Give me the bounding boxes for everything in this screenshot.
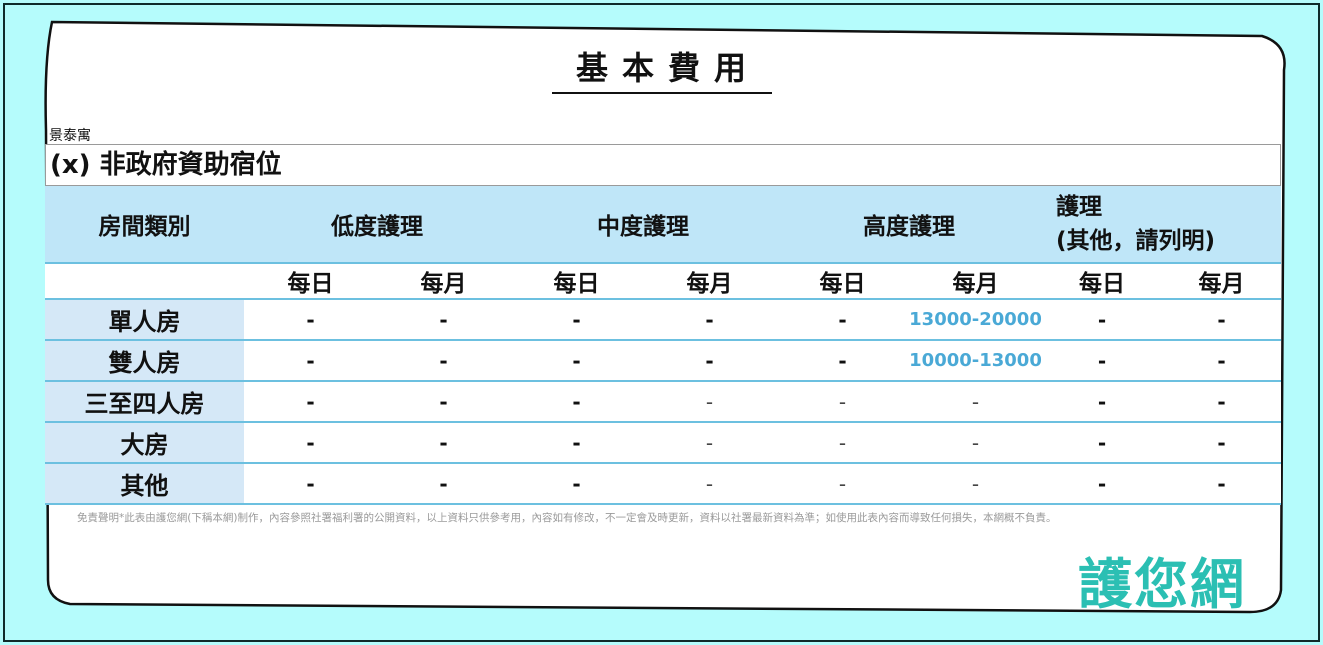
table-cell: -: [643, 299, 776, 341]
table-cell: -: [510, 422, 643, 464]
price-cell: 13000-20000: [909, 299, 1042, 341]
table-cell: -: [776, 340, 909, 382]
row-label: 大房: [45, 422, 244, 464]
table-cell: -: [776, 299, 909, 341]
table-row: 雙人房 - - - - - 10000-13000 - -: [45, 340, 1281, 382]
table-cell: -: [1162, 340, 1281, 382]
table-cell: -: [776, 422, 909, 464]
table-cell: -: [643, 422, 776, 464]
row-label: 三至四人房: [45, 381, 244, 423]
table-cell: -: [510, 340, 643, 382]
subheader-daily: 每日: [1042, 262, 1162, 300]
table-cell: -: [377, 463, 510, 505]
row-label: 雙人房: [45, 340, 244, 382]
row-label: 單人房: [45, 299, 244, 341]
table-cell: -: [1162, 463, 1281, 505]
table-cell: -: [377, 299, 510, 341]
table-cell: -: [909, 381, 1042, 423]
subheader-daily: 每日: [244, 262, 377, 300]
header-high-care: 高度護理: [776, 186, 1042, 263]
subheader-daily: 每日: [776, 262, 909, 300]
table-cell: -: [510, 463, 643, 505]
table-cell: -: [244, 463, 377, 505]
table-cell: -: [1042, 340, 1162, 382]
table-row: 大房 - - - - - - - -: [45, 422, 1281, 464]
row-label: 其他: [45, 463, 244, 505]
header-other-line2: (其他，請列明): [1056, 228, 1216, 254]
table-cell: -: [1042, 463, 1162, 505]
table-cell: -: [1042, 299, 1162, 341]
table-cell: -: [244, 299, 377, 341]
header-medium-care: 中度護理: [510, 186, 776, 263]
table-cell: -: [909, 422, 1042, 464]
table-cell: -: [643, 340, 776, 382]
subheader-monthly: 每月: [377, 262, 510, 300]
table-cell: -: [776, 463, 909, 505]
subheader-monthly: 每月: [1162, 262, 1281, 300]
table-cell: -: [244, 422, 377, 464]
table-cell: -: [377, 422, 510, 464]
table-cell: -: [510, 299, 643, 341]
table-cell: -: [244, 381, 377, 423]
table-cell: -: [377, 381, 510, 423]
table-cell: -: [909, 463, 1042, 505]
header-other-care: 護理 (其他，請列明): [1042, 186, 1281, 263]
table-cell: -: [377, 340, 510, 382]
table-cell: -: [244, 340, 377, 382]
header-low-care: 低度護理: [244, 186, 510, 263]
subheader-empty: [45, 262, 244, 300]
price-cell: 10000-13000: [909, 340, 1042, 382]
table-cell: -: [510, 381, 643, 423]
header-room-type: 房間類別: [45, 186, 244, 263]
table-cell: -: [643, 463, 776, 505]
table-row: 三至四人房 - - - - - - - -: [45, 381, 1281, 423]
table-cell: -: [1162, 381, 1281, 423]
disclaimer: 免責聲明*此表由護您網(下稱本網)制作，內容參照社署福利署的公開資料，以上資料只…: [77, 512, 1057, 524]
table-row: 其他 - - - - - - - -: [45, 463, 1281, 505]
table-cell: -: [643, 381, 776, 423]
subheader-monthly: 每月: [643, 262, 776, 300]
table-cell: -: [1042, 422, 1162, 464]
page-title: 基本費用: [552, 46, 772, 94]
table-row: 單人房 - - - - - 13000-20000 - -: [45, 299, 1281, 341]
fee-table: 房間類別 低度護理 中度護理 高度護理 護理 (其他，請列明) 每日 每月 每日…: [45, 186, 1281, 505]
table-cell: -: [1162, 422, 1281, 464]
table-cell: -: [776, 381, 909, 423]
table-cell: -: [1042, 381, 1162, 423]
table-cell: -: [1162, 299, 1281, 341]
section-title: (x) 非政府資助宿位: [45, 144, 1281, 186]
subheader-daily: 每日: [510, 262, 643, 300]
subheader-row: 每日 每月 每日 每月 每日 每月 每日 每月: [45, 262, 1281, 300]
subheader-monthly: 每月: [909, 262, 1042, 300]
brand-logo: 護您網: [1078, 553, 1246, 616]
home-name: 景泰寓: [49, 128, 91, 144]
header-other-line1: 護理: [1056, 194, 1102, 220]
header-row: 房間類別 低度護理 中度護理 高度護理 護理 (其他，請列明): [45, 186, 1281, 263]
